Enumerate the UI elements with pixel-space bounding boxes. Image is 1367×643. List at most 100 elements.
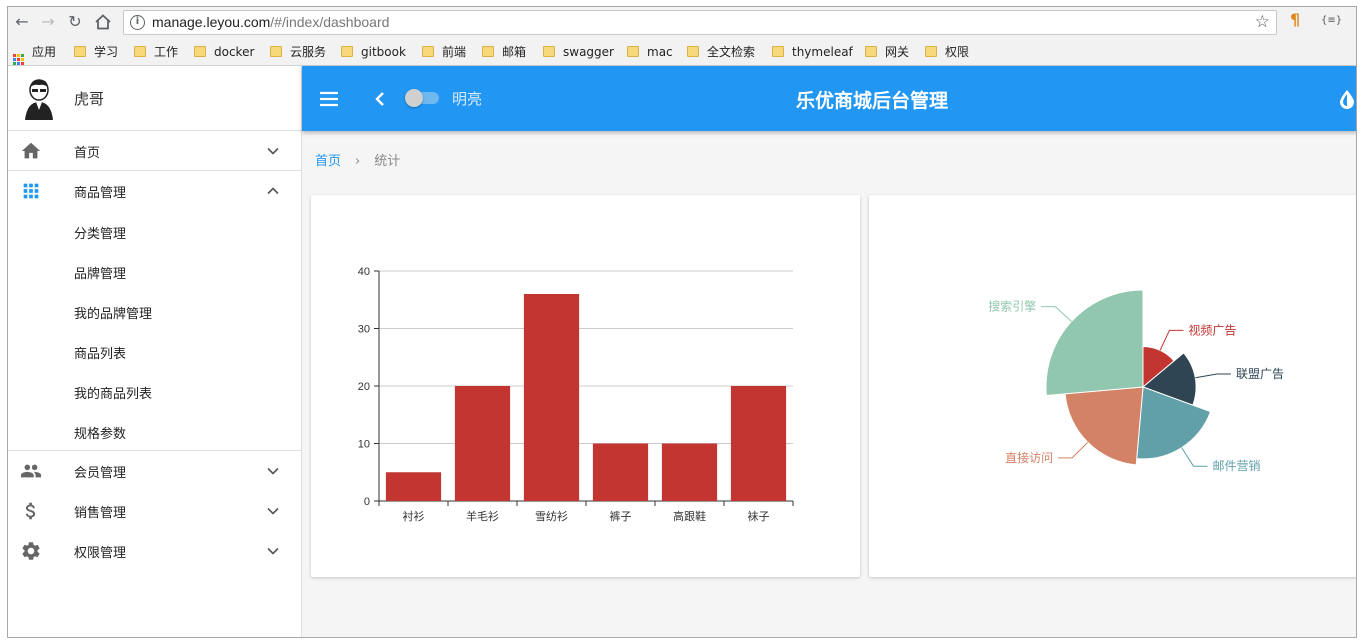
info-icon[interactable]: i [130, 15, 145, 30]
bar-chart-card: 0 10 20 30 40 衬衫 羊毛衫 雪纺衫 裤子 高跟鞋 袜子 [311, 195, 860, 577]
bar[interactable] [592, 443, 649, 502]
browser-toolbar: ← → ↻ i manage.leyou.com/#/index/dashboa… [8, 7, 1356, 38]
y-tick-label: 40 [358, 266, 370, 278]
bar[interactable] [385, 472, 442, 501]
bookmark-5[interactable]: gitbook [341, 44, 406, 60]
chevron-down-icon [267, 507, 279, 515]
page-title: 乐优商城后台管理 [796, 90, 949, 112]
sidebar-subitem-my-goods-list[interactable]: 我的商品列表 [8, 371, 301, 411]
x-tick-label: 袜子 [748, 509, 770, 523]
sidebar-subitem-category[interactable]: 分类管理 [8, 211, 301, 251]
sidebar-subitem-spec-params[interactable]: 规格参数 [8, 411, 301, 451]
breadcrumb: 首页 › 统计 [315, 150, 400, 169]
pie-slice[interactable] [1045, 289, 1144, 396]
label-line [1041, 306, 1072, 322]
sidebar-item-label: 销售管理 [74, 506, 127, 521]
y-tick-label: 30 [358, 324, 370, 336]
user-panel: 虎哥 [8, 66, 301, 131]
bar[interactable] [661, 443, 718, 502]
slice-label: 搜索引擎 [988, 299, 1036, 314]
folder-icon [422, 46, 434, 57]
y-tick-label: 10 [358, 439, 370, 451]
reload-icon[interactable]: ↻ [64, 11, 86, 33]
slice-label: 直接访问 [1005, 450, 1053, 465]
breadcrumb-current: 统计 [374, 154, 401, 169]
x-tick-label: 高跟鞋 [673, 509, 706, 523]
label-line [1195, 373, 1231, 379]
browser-window: ← → ↻ i manage.leyou.com/#/index/dashboa… [7, 6, 1357, 638]
sidebar-subitem-goods-list[interactable]: 商品列表 [8, 331, 301, 371]
bookmark-6[interactable]: 前端 [422, 44, 466, 60]
app-page: 虎哥 首页 商品管理 分类管理 品牌管理 我的品牌管理 商品列表 我的商品列表 … [8, 66, 1357, 637]
theme-mode-label: 明亮 [452, 90, 483, 108]
bar[interactable] [523, 294, 580, 501]
label-line [1159, 329, 1184, 351]
sidebar-subitem-brand[interactable]: 品牌管理 [8, 251, 301, 291]
bookmark-13[interactable]: 权限 [925, 44, 969, 60]
extension-json-icon[interactable]: {≡} [1321, 15, 1342, 26]
label-line [1058, 441, 1089, 459]
bookmark-0[interactable]: 应用 [13, 44, 56, 65]
x-tick-label: 羊毛衫 [466, 509, 499, 523]
sidebar-item-permissions[interactable]: 权限管理 [8, 531, 301, 571]
bookmark-star-icon[interactable]: ☆ [1255, 12, 1270, 32]
gear-icon [22, 542, 40, 560]
bookmark-4[interactable]: 云服务 [270, 44, 326, 60]
bookmark-10[interactable]: 全文检索 [687, 44, 755, 60]
pie-slice[interactable] [1136, 386, 1212, 460]
forward-arrow-icon[interactable]: → [37, 11, 59, 33]
folder-icon [341, 46, 353, 57]
extension-pilcrow-icon[interactable]: ¶ [1290, 10, 1300, 29]
sidebar-item-goods[interactable]: 商品管理 [8, 171, 301, 211]
menu-icon[interactable] [318, 88, 340, 110]
chevron-down-icon [267, 467, 279, 475]
dollar-icon [25, 502, 36, 520]
url-text[interactable]: manage.leyou.com/#/index/dashboard [152, 14, 389, 30]
folder-icon [134, 46, 146, 57]
folder-icon [482, 46, 494, 57]
chevron-left-icon[interactable] [372, 88, 388, 110]
sidebar-item-members[interactable]: 会员管理 [8, 451, 301, 491]
x-tick-label: 衬衫 [403, 510, 425, 523]
bookmark-1[interactable]: 学习 [74, 44, 118, 60]
sidebar-item-label: 商品管理 [74, 186, 127, 201]
chevron-right-icon: › [355, 154, 361, 169]
apps-icon [13, 54, 24, 65]
people-icon [20, 464, 42, 478]
avatar[interactable] [22, 78, 56, 120]
sidebar-item-label: 权限管理 [74, 546, 127, 561]
bookmark-8[interactable]: swagger [543, 44, 614, 60]
home-page-icon[interactable] [92, 11, 114, 33]
address-bar[interactable]: i manage.leyou.com/#/index/dashboard ☆ [123, 10, 1277, 35]
color-drop-icon[interactable] [1336, 88, 1357, 110]
app-header: 明亮 乐优商城后台管理 [302, 66, 1357, 131]
folder-icon [194, 46, 206, 57]
bookmark-3[interactable]: docker [194, 44, 254, 60]
bookmark-2[interactable]: 工作 [134, 44, 178, 60]
bookmark-12[interactable]: 网关 [865, 44, 909, 60]
sidebar-subitem-my-brand[interactable]: 我的品牌管理 [8, 291, 301, 331]
label-line [1181, 447, 1208, 467]
back-arrow-icon[interactable]: ← [11, 11, 33, 33]
y-tick-label: 0 [364, 496, 370, 508]
bookmark-9[interactable]: mac [627, 44, 673, 60]
theme-toggle[interactable] [403, 88, 441, 108]
bookmark-11[interactable]: thymeleaf [772, 44, 853, 60]
bar[interactable] [730, 386, 787, 501]
folder-icon [772, 46, 784, 57]
slice-label: 视频广告 [1188, 322, 1236, 337]
chevron-down-icon [267, 147, 279, 155]
chevron-down-icon [267, 547, 279, 555]
bar[interactable] [454, 386, 511, 501]
breadcrumb-home-link[interactable]: 首页 [315, 154, 341, 169]
y-tick-label: 20 [358, 381, 370, 393]
folder-icon [74, 46, 86, 57]
home-icon [21, 142, 41, 159]
sidebar-item-sales[interactable]: 销售管理 [8, 491, 301, 531]
bookmark-7[interactable]: 邮箱 [482, 44, 526, 60]
sidebar-item-label: 会员管理 [74, 466, 127, 481]
sidebar-item-home[interactable]: 首页 [8, 131, 301, 171]
x-tick-label: 裤子 [610, 509, 632, 523]
folder-icon [627, 46, 639, 57]
bookmarks-bar: 应用 学习 工作 docker 云服务 gitbook 前端 邮箱 swagger mac 全文检索… [8, 38, 1356, 66]
